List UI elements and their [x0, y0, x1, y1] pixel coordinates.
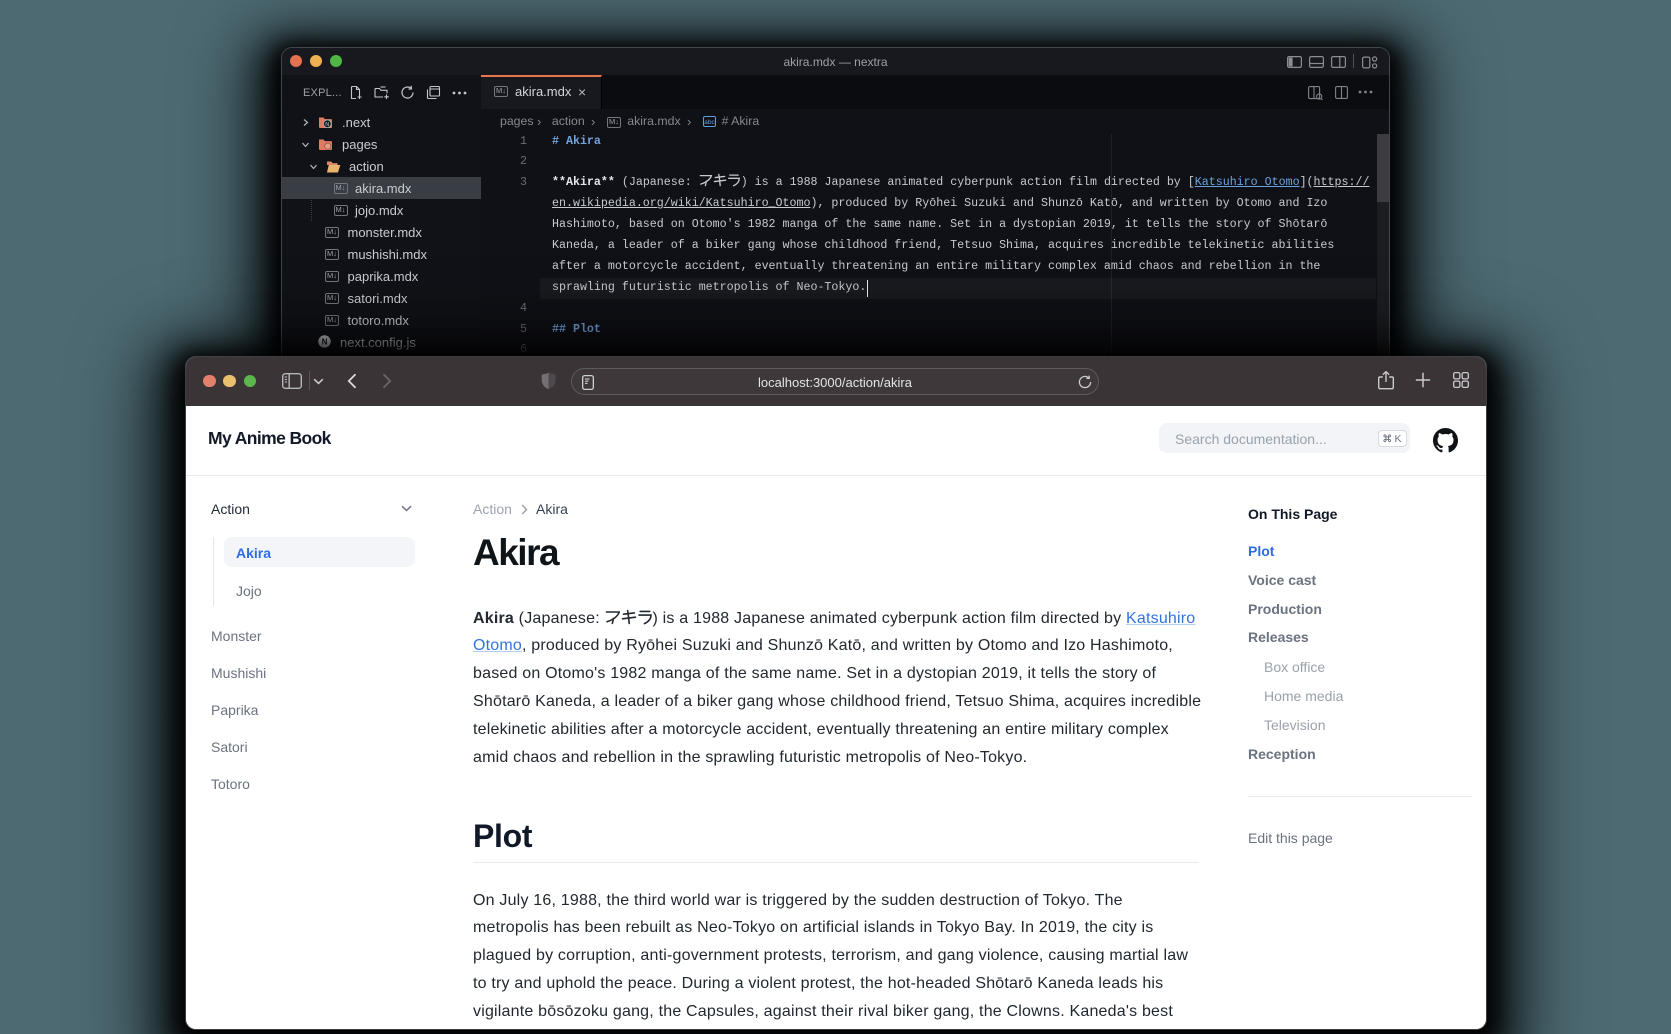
svg-text:N: N: [321, 337, 327, 346]
svg-text:N: N: [325, 121, 329, 127]
svg-text:abc: abc: [704, 119, 715, 126]
